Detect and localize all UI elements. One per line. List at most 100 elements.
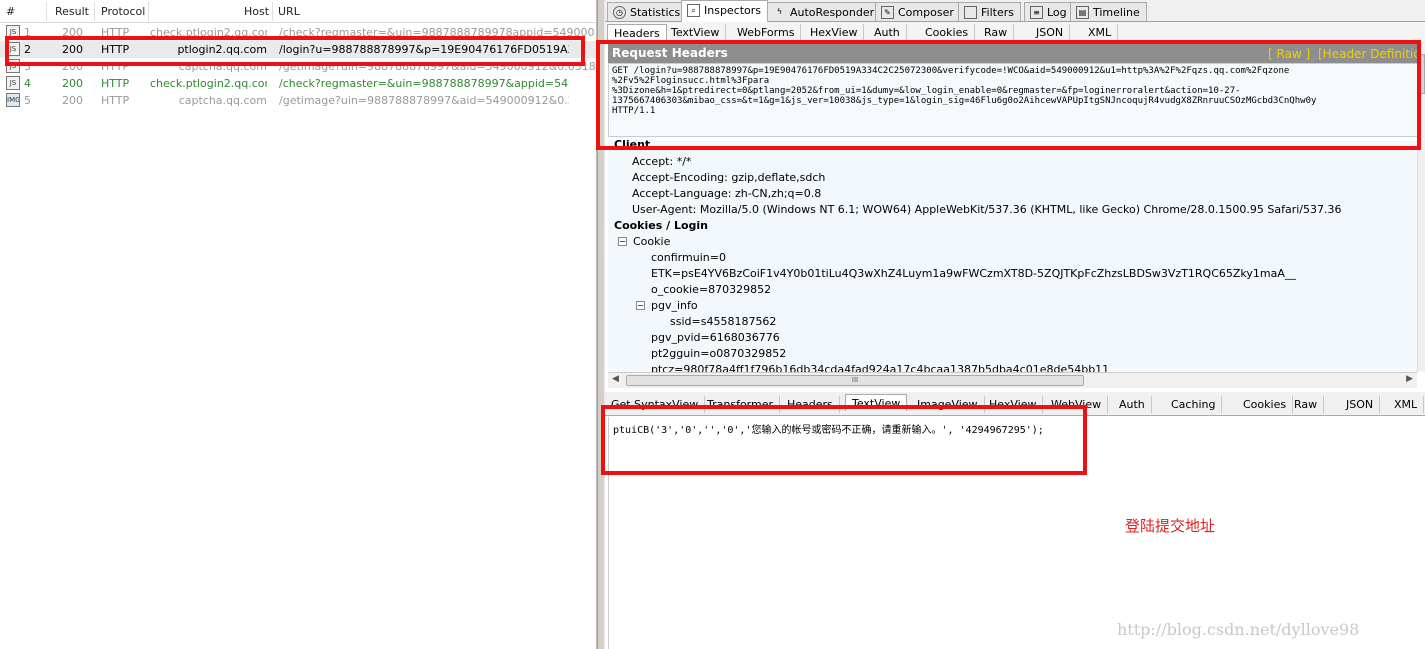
- response-text-view[interactable]: ptuiCB('3','0','','0','您输入的帐号或密码不正确，请重新输…: [608, 417, 1425, 649]
- req-tab-xml[interactable]: XML: [1082, 24, 1119, 41]
- raw-line: %2Fv5%2Floginsucc.html%3Fpara: [612, 76, 770, 86]
- row-result: 200: [62, 26, 83, 39]
- header-definitions-link[interactable]: [Header Definitions]: [1318, 47, 1425, 61]
- checkbox-icon: [964, 6, 977, 19]
- session-row[interactable]: JS 4 200 HTTP check.ptlogin2.qq.com /che…: [0, 75, 596, 92]
- request-subtab-bar: Headers TextView WebForms HexView Auth C…: [605, 22, 1425, 44]
- pane-splitter[interactable]: [597, 0, 605, 649]
- raw-link[interactable]: [ Raw ]: [1268, 47, 1310, 61]
- tree-item[interactable]: o_cookie=870329852: [651, 283, 771, 296]
- pencil-icon: ✎: [881, 6, 894, 19]
- tab-statistics[interactable]: ◷ Statistics: [607, 2, 688, 21]
- row-url: /login?u=988788878997&p=19E90476176FD051…: [279, 43, 569, 56]
- tree-section-client[interactable]: Client: [614, 140, 650, 151]
- js-file-icon: JS: [6, 42, 20, 56]
- tab-label: Composer: [898, 6, 954, 19]
- tree-item[interactable]: pt2gguin=o0870329852: [651, 347, 786, 360]
- tree-item[interactable]: User-Agent: Mozilla/5.0 (Windows NT 6.1;…: [632, 203, 1342, 216]
- col-protocol[interactable]: Protocol: [101, 5, 145, 18]
- tree-node-cookie[interactable]: − Cookie: [618, 235, 670, 248]
- tab-label: Timeline: [1093, 6, 1140, 19]
- resp-tab-headers[interactable]: Headers: [781, 396, 840, 413]
- scroll-thumb[interactable]: III: [626, 375, 1084, 386]
- tab-inspectors[interactable]: ⌕ Inspectors: [681, 0, 769, 22]
- collapse-icon[interactable]: −: [636, 301, 645, 310]
- resp-tab-cookies[interactable]: Cookies: [1237, 396, 1294, 413]
- tab-autoresponder[interactable]: ϟ AutoResponder: [767, 2, 882, 21]
- session-list[interactable]: # Result Protocol Host URL JS 1 200 HTTP…: [0, 0, 597, 649]
- resp-tab-syntaxview[interactable]: Get SyntaxView: [605, 396, 706, 413]
- tree-section-cookies[interactable]: Cookies / Login: [614, 219, 708, 232]
- js-file-icon: JS: [6, 59, 20, 73]
- session-row[interactable]: IMG 5 200 HTTP captcha.qq.com /getimage?…: [0, 92, 596, 109]
- row-protocol: HTTP: [101, 94, 130, 107]
- resp-tab-hexview[interactable]: HexView: [983, 396, 1044, 413]
- raw-line: GET /login?u=988788878997&p=19E90476176F…: [612, 66, 1290, 76]
- tab-composer[interactable]: ✎ Composer: [875, 2, 961, 21]
- magnifier-icon: ⌕: [687, 4, 700, 17]
- col-url[interactable]: URL: [278, 5, 300, 18]
- col-num[interactable]: #: [6, 5, 15, 18]
- session-row-selected[interactable]: JS 2 200 HTTP ptlogin2.qq.com /login?u=9…: [0, 41, 596, 58]
- row-protocol: HTTP: [101, 77, 130, 90]
- response-subtab-bar: Get SyntaxView Transformer Headers TextV…: [605, 392, 1425, 416]
- row-host: check.ptlogin2.qq.com: [150, 26, 267, 39]
- req-tab-hexview[interactable]: HexView: [804, 24, 865, 41]
- request-raw-line[interactable]: GET /login?u=988788878997&p=19E90476176F…: [608, 63, 1420, 137]
- resp-tab-xml[interactable]: XML: [1388, 396, 1425, 413]
- tree-item[interactable]: ssid=s4558187562: [670, 315, 776, 328]
- resp-tab-textview[interactable]: TextView: [845, 394, 908, 411]
- req-tab-cookies[interactable]: Cookies: [919, 24, 976, 41]
- col-host[interactable]: Host: [244, 5, 269, 18]
- tab-timeline[interactable]: ▤ Timeline: [1070, 2, 1147, 21]
- row-result: 200: [62, 60, 83, 73]
- tab-log[interactable]: ≡ Log: [1024, 2, 1074, 21]
- tree-node-pgv-info[interactable]: − pgv_info: [636, 299, 698, 312]
- tree-item[interactable]: pgv_pvid=6168036776: [651, 331, 780, 344]
- req-tab-headers[interactable]: Headers: [607, 24, 667, 41]
- row-url: /getimage?uin=988788878997&aid=549000912…: [279, 94, 569, 107]
- resp-tab-auth[interactable]: Auth: [1113, 396, 1152, 413]
- session-row[interactable]: JS 3 200 HTTP captcha.qq.com /getimage?u…: [0, 58, 596, 75]
- row-protocol: HTTP: [101, 60, 130, 73]
- lightning-icon: ϟ: [776, 7, 783, 16]
- req-tab-auth[interactable]: Auth: [868, 24, 907, 41]
- tree-vertical-scrollbar[interactable]: [1417, 44, 1425, 372]
- col-result[interactable]: Result: [55, 5, 89, 18]
- headers-tree[interactable]: Client Accept: */* Accept-Encoding: gzip…: [608, 140, 1420, 372]
- session-column-header: # Result Protocol Host URL: [0, 0, 596, 23]
- row-protocol: HTTP: [101, 26, 130, 39]
- scroll-left-icon[interactable]: ◀: [612, 374, 619, 384]
- resp-tab-webview[interactable]: WebView: [1045, 396, 1109, 413]
- req-tab-raw[interactable]: Raw: [978, 24, 1015, 41]
- tab-label: Log: [1047, 6, 1067, 19]
- session-row[interactable]: JS 1 200 HTTP check.ptlogin2.qq.com /che…: [0, 24, 596, 41]
- raw-line: %3Dizone&h=1&ptredirect=0&ptlang=2052&fr…: [612, 86, 1241, 96]
- req-tab-webforms[interactable]: WebForms: [731, 24, 802, 41]
- resp-tab-caching[interactable]: Caching: [1165, 396, 1223, 413]
- req-tab-textview[interactable]: TextView: [665, 24, 727, 41]
- row-url: /check?regmaster=&uin=9887888789978appid…: [279, 26, 595, 39]
- js-file-icon: JS: [6, 76, 20, 90]
- tree-item[interactable]: Accept-Language: zh-CN,zh;q=0.8: [632, 187, 821, 200]
- resp-tab-json[interactable]: JSON: [1340, 396, 1381, 413]
- resp-tab-imageview[interactable]: ImageView: [911, 396, 985, 413]
- collapse-icon[interactable]: −: [618, 237, 627, 246]
- response-body-text[interactable]: ptuiCB('3','0','','0','您输入的帐号或密码不正确，请重新输…: [613, 421, 1044, 436]
- resp-tab-transformer[interactable]: Transformer: [701, 396, 781, 413]
- tree-item[interactable]: Accept-Encoding: gzip,deflate,sdch: [632, 171, 825, 184]
- tree-item[interactable]: ptcz=980f78a4ff1f796b16db34cda4fad924a17…: [651, 363, 1109, 372]
- tree-node-label: pgv_info: [651, 299, 698, 312]
- resp-tab-raw[interactable]: Raw: [1288, 396, 1325, 413]
- req-tab-json[interactable]: JSON: [1030, 24, 1071, 41]
- tree-node-label: Cookie: [633, 235, 671, 248]
- tree-item[interactable]: Accept: */*: [632, 155, 691, 168]
- stopwatch-icon: ◷: [613, 6, 626, 19]
- tree-item[interactable]: confirmuin=0: [651, 251, 726, 264]
- tree-item[interactable]: ETK=psE4YV6BzCoiF1v4Y0b01tiLu4Q3wXhZ4Luy…: [651, 267, 1296, 280]
- tree-horizontal-scrollbar[interactable]: ◀ III ▶: [608, 372, 1417, 388]
- scroll-right-icon[interactable]: ▶: [1406, 374, 1413, 384]
- inspector-pane: ◷ Statistics ⌕ Inspectors ϟ AutoResponder ✎…: [605, 0, 1425, 649]
- row-url: /check?regmaster=&uin=988788878997&appid…: [279, 77, 569, 90]
- tab-filters[interactable]: Filters: [958, 2, 1021, 21]
